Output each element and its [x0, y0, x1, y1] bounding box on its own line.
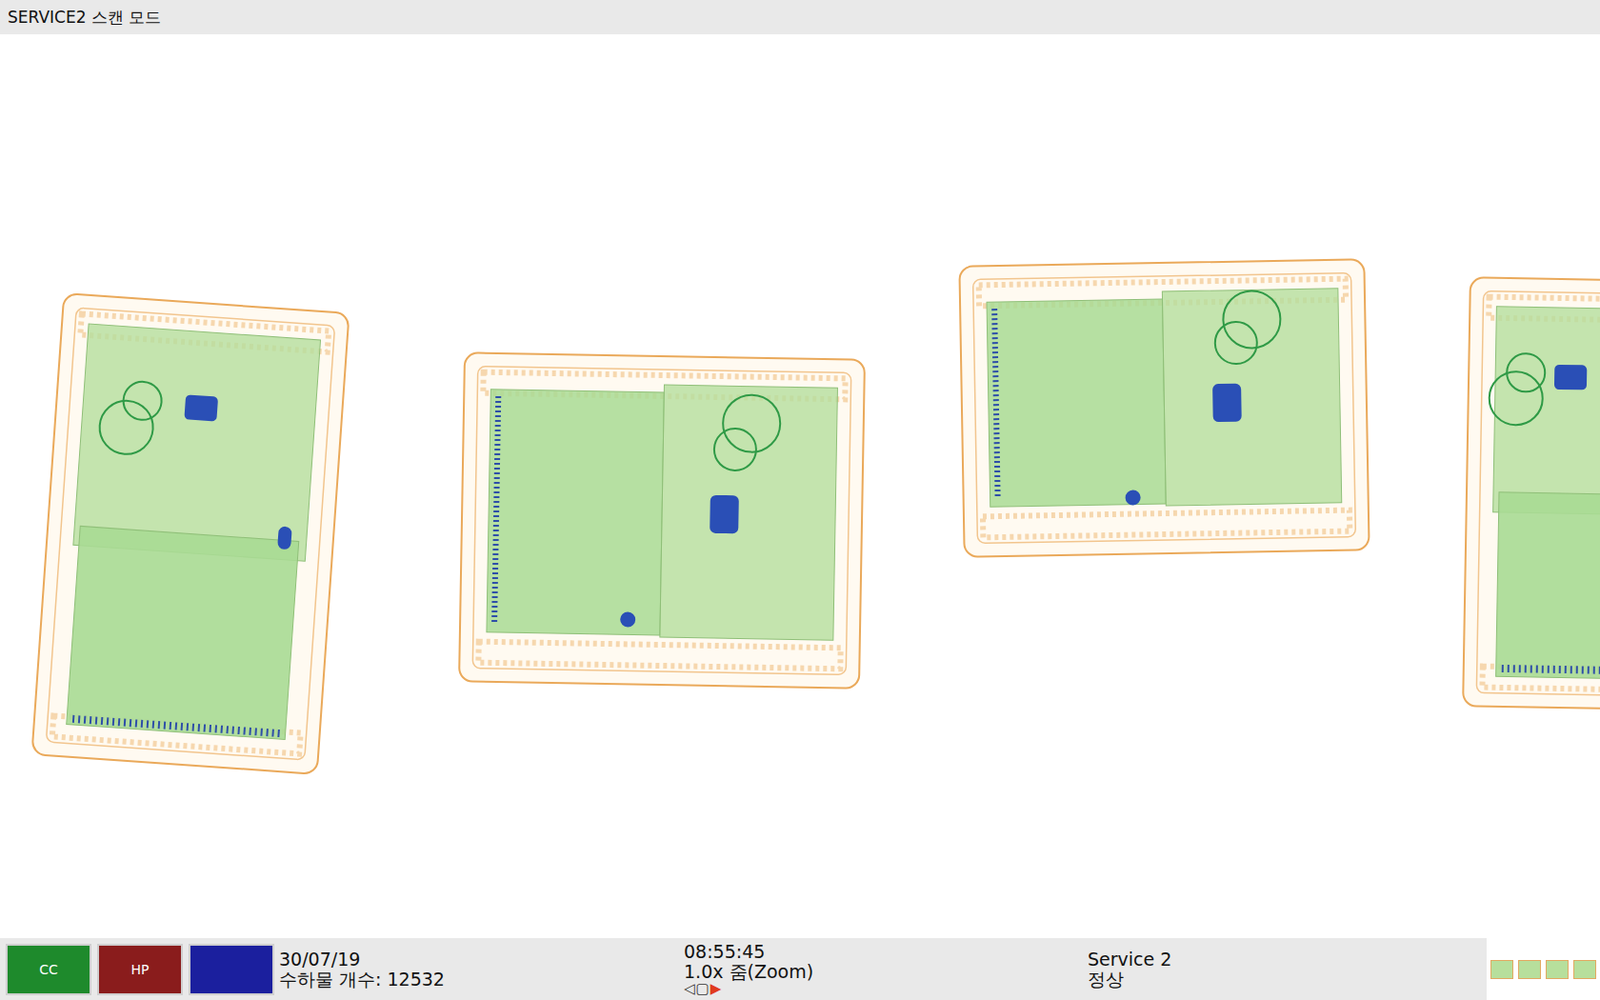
xray-trays [0, 34, 1600, 939]
time: 08:55:45 [683, 941, 1088, 962]
thumbnail[interactable] [1573, 960, 1597, 980]
thumbnail[interactable] [1545, 960, 1569, 980]
status-bar: CCHP30/07/19수하물 개수: 1253208:55:451.0x 줌(… [0, 938, 1600, 1000]
mode-button[interactable] [188, 943, 275, 996]
window-title: SERVICE2 스캔 모드 [7, 6, 161, 29]
thumbnail-strip[interactable] [1486, 938, 1600, 1000]
service-state: 정상 [1087, 969, 1487, 990]
baggage-count: 수하물 개수: 12532 [279, 969, 684, 990]
tray [1462, 277, 1600, 709]
title-bar: SERVICE2 스캔 모드 [0, 0, 1600, 35]
image-nav: ◁▢▶ [683, 981, 1088, 997]
zoom: 1.0x 줌(Zoom) [683, 961, 1088, 982]
nav-icon[interactable]: ◁ [683, 981, 696, 997]
tray [31, 293, 349, 775]
date: 30/07/19 [279, 949, 684, 970]
date-info: 30/07/19수하물 개수: 12532 [279, 949, 684, 990]
service: Service 2 [1087, 949, 1487, 970]
mode-button[interactable]: CC [5, 943, 92, 996]
service-info: Service 2정상 [1087, 949, 1487, 990]
nav-icon[interactable]: ▢ [696, 981, 710, 997]
tray [459, 352, 865, 688]
mode-buttons: CCHP [0, 943, 280, 996]
mode-button[interactable]: HP [97, 943, 183, 996]
thumbnail[interactable] [1490, 960, 1514, 980]
scan-image [0, 34, 1600, 939]
tray [959, 259, 1369, 557]
time-info: 08:55:451.0x 줌(Zoom)◁▢▶ [683, 941, 1088, 997]
thumbnail[interactable] [1518, 960, 1541, 980]
scanner-screen: SERVICE2 스캔 모드CCHP30/07/19수하물 개수: 125320… [0, 0, 1600, 1000]
nav-icon[interactable]: ▶ [710, 981, 722, 997]
